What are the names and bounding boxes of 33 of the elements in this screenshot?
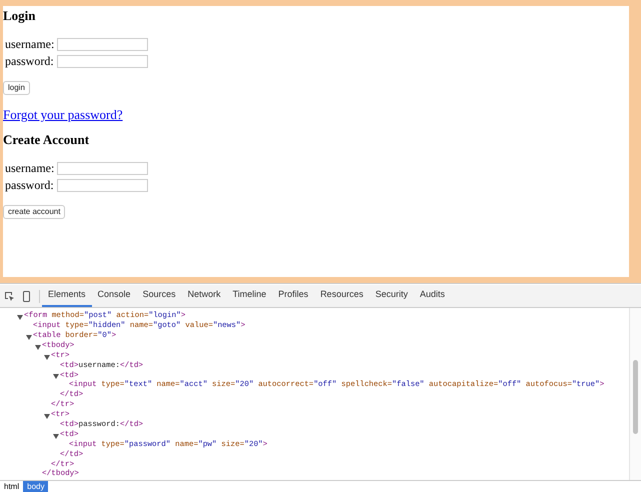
expanded-triangle-icon[interactable] <box>35 344 41 350</box>
devtools-tab[interactable]: Resources <box>314 285 370 307</box>
expanded-triangle-icon[interactable] <box>44 354 50 360</box>
create-account-button[interactable]: create account <box>3 205 66 219</box>
field-label: password: <box>5 54 55 69</box>
field-label: username: <box>5 161 55 176</box>
devtools-tab[interactable]: Timeline <box>226 285 272 307</box>
device-icon[interactable] <box>23 290 30 302</box>
forgot-password-link[interactable]: Forgot your password? <box>3 107 123 122</box>
expanded-triangle-icon[interactable] <box>53 373 59 380</box>
devtools-tab[interactable]: Security <box>369 285 414 307</box>
expanded-triangle-icon[interactable] <box>44 412 50 419</box>
devtools-tab[interactable]: Console <box>92 285 137 307</box>
expanded-triangle-icon[interactable] <box>17 314 23 320</box>
field-label: username: <box>5 37 55 52</box>
expanded-triangle-icon[interactable] <box>26 334 32 340</box>
input-field[interactable] <box>57 55 148 68</box>
scrollbar-thumb[interactable] <box>633 360 638 434</box>
section-heading: Create Account <box>3 132 90 148</box>
breadcrumb[interactable]: html <box>0 481 24 492</box>
input-field[interactable] <box>57 38 148 51</box>
input-field[interactable] <box>57 179 148 192</box>
devtools-tab[interactable]: Audits <box>414 285 451 307</box>
field-label: password: <box>5 178 55 193</box>
inspect-icon[interactable] <box>4 290 15 302</box>
input-field[interactable] <box>57 162 148 175</box>
expanded-triangle-icon[interactable] <box>53 432 59 439</box>
breadcrumb[interactable]: body <box>23 481 48 492</box>
devtools-tab[interactable]: Network <box>182 285 227 307</box>
devtools-tab[interactable]: Sources <box>136 285 182 307</box>
login-button[interactable]: login <box>3 81 30 95</box>
section-heading: Login <box>3 8 36 24</box>
devtools-tab[interactable]: Profiles <box>272 285 314 307</box>
